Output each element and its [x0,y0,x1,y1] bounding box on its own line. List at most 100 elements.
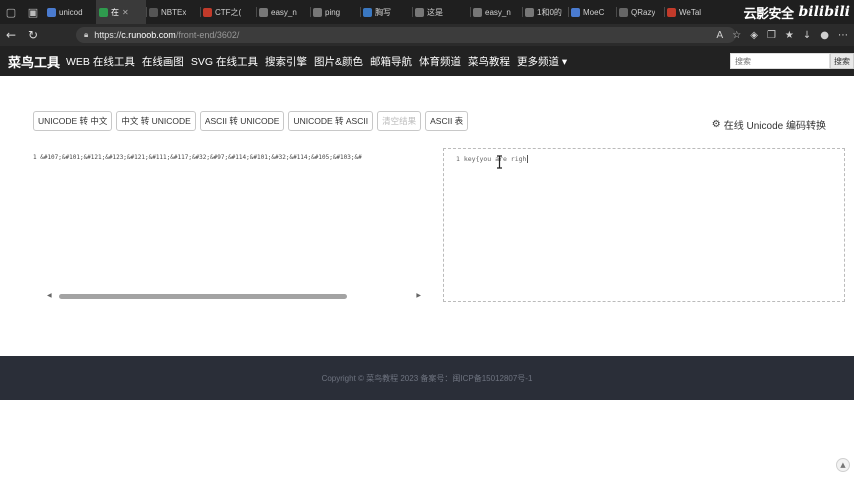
tab-favicon-icon [149,7,158,17]
back-icon[interactable]: ← [0,24,22,46]
search-input[interactable] [730,53,830,69]
tab-favicon-icon [619,7,628,17]
horizontal-scrollbar[interactable]: ◀ ▶ [47,292,421,300]
refresh-icon[interactable]: ↻ [22,24,44,46]
site-footer: Copyright © 菜鸟教程 2023 备案号：闽ICP备15012807号… [0,356,854,400]
tab-title: 在 [111,7,119,17]
address-bar: ← ↻ 🔒︎ https://c.runoob.com/front-end/36… [0,24,854,46]
browser-tab[interactable]: ping [310,0,360,24]
site-nav-item[interactable]: 在线画图 [142,54,184,69]
tab-title: 这是 [427,7,443,17]
favorites-icon[interactable]: ★ [785,30,794,41]
tab-favicon-icon [473,7,482,17]
browser-tab[interactable]: NBTEx [146,0,200,24]
star-icon[interactable]: ☆ [732,30,741,41]
tab-favicon-icon [47,7,56,17]
site-nav-item[interactable]: 搜索引擎 [265,54,307,69]
tab-title: NBTEx [161,7,187,17]
tab-title: easy_n [271,7,297,17]
site-nav-item[interactable]: 更多频道 ▾ [517,54,567,69]
site-nav-list: WEB 在线工具 在线画图 SVG 在线工具 搜索引擎 图片&颜色 邮箱导航 体育频道 菜鸟教… [66,54,574,69]
input-text: 1 &#107;&#101;&#121;&#123;&#121;&#111;&#… [33,154,362,161]
tab-favicon-icon [415,7,424,17]
tab-favicon-icon [99,7,108,17]
input-textarea[interactable]: 1 &#107;&#101;&#121;&#123;&#121;&#111;&#… [33,148,425,306]
browser-tab[interactable]: unicod [44,0,96,24]
tab-list: unicod 在 ✕ NBTEx CTF之( easy_n ping 胸写 这是 easy_n 1和… [44,0,714,24]
site-nav-item[interactable]: WEB 在线工具 [66,54,135,69]
tab-favicon-icon [363,7,372,17]
translate-icon[interactable]: A [716,30,723,41]
ibeam-cursor-icon [497,155,502,169]
search-button[interactable]: 搜索 [830,53,854,69]
close-tab-icon[interactable]: ✕ [122,8,129,17]
tab-favicon-icon [313,7,322,17]
watermark-brand: bilibili [798,4,851,20]
browser-tab[interactable]: 1和0的 [522,0,568,24]
browser-tab[interactable]: MoeC [568,0,616,24]
watermark: 云影安全 bilibili [702,0,854,24]
output-text-line: 1 key{you are righ [456,155,529,163]
download-icon[interactable]: ↓ [803,30,811,41]
site-nav-item[interactable]: SVG 在线工具 [191,54,258,69]
site-nav-item[interactable]: 菜鸟教程 [468,54,510,69]
output-text: 1 key{you are righ [456,155,527,163]
output-textarea[interactable]: 1 key{you are righ [443,148,845,302]
site-nav-item[interactable]: 图片&颜色 [314,54,363,69]
tab-title: 1和0的 [537,7,562,17]
url-path: /front-end/3602/ [175,30,240,40]
convert-button[interactable]: 清空结果 [377,111,422,131]
text-caret [527,155,529,163]
tab-title: MoeC [583,7,605,17]
tab-title: unicod [59,7,83,17]
browser-tab[interactable]: easy_n [470,0,522,24]
site-logo[interactable]: 菜鸟工具 [8,52,60,71]
browser-tab[interactable]: 这是 [412,0,470,24]
tab-favicon-icon [525,7,534,17]
site-navbar: 菜鸟工具 WEB 在线工具 在线画图 SVG 在线工具 搜索引擎 图片&颜色 邮箱导航 体育… [0,46,854,76]
convert-button[interactable]: ASCII 转 UNICODE [199,111,285,131]
convert-button[interactable]: UNICODE 转 中文 [33,111,113,131]
url-scheme: https:// [94,30,122,40]
tool-area: UNICODE 转 中文 中文 转 UNICODE ASCII 转 UNICODE U… [0,76,854,356]
tab-title: ping [325,7,341,17]
tool-buttons: UNICODE 转 中文 中文 转 UNICODE ASCII 转 UNICODE U… [33,111,469,131]
collections-icon[interactable]: ❐ [767,30,776,41]
site-nav-item[interactable]: 体育频道 [419,54,461,69]
watermark-text: 云影安全 [743,6,794,22]
scroll-to-top-icon[interactable]: ▲ [836,458,850,472]
convert-button[interactable]: ASCII 表 [425,111,469,131]
scrollbar-thumb[interactable] [59,294,347,299]
url-field[interactable]: 🔒︎ https://c.runoob.com/front-end/3602/ [76,27,736,43]
scroll-left-icon[interactable]: ◀ [47,292,52,299]
tab-actions-icon[interactable]: ▢ [0,0,22,24]
tab-favicon-icon [571,7,580,17]
tool-title-text: 在线 Unicode 编码转换 [723,121,826,132]
tab-title: QRazy [631,7,656,17]
tab-title: CTF之( [215,7,242,17]
tab-favicon-icon [203,7,212,17]
browser-toolbar: A ☆ ◈ ❐ ★ ↓ ● ⋯ [716,26,848,44]
browser-tab-strip: ▢ ▣ unicod 在 ✕ NBTEx CTF之( easy_n ping 胸写 这是 easy… [0,0,854,24]
convert-button[interactable]: 中文 转 UNICODE [116,111,196,131]
browser-tab[interactable]: easy_n [256,0,310,24]
url-text: https://c.runoob.com/front-end/3602/ [94,30,239,40]
browser-tab[interactable]: 胸写 [360,0,412,24]
url-host: c.runoob.com [121,30,176,40]
extension-icon[interactable]: ◈ [750,30,758,41]
tab-title: 胸写 [375,7,391,17]
tab-title: easy_n [485,7,511,17]
browser-tab[interactable]: CTF之( [200,0,256,24]
lock-icon: 🔒︎ [84,30,89,39]
profile-icon[interactable]: ● [820,30,829,41]
browser-tab[interactable]: 在 ✕ [96,0,146,24]
site-nav-item[interactable]: 邮箱导航 [370,54,412,69]
tab-favicon-icon [259,7,268,17]
scroll-right-icon[interactable]: ▶ [416,292,421,299]
copyright-text: Copyright © 菜鸟教程 2023 备案号：闽ICP备15012807号… [321,373,533,383]
more-icon[interactable]: ⋯ [838,30,848,41]
gear-icon: ⚙ [711,119,721,130]
browser-tab[interactable]: QRazy [616,0,664,24]
workspaces-icon[interactable]: ▣ [22,0,44,24]
convert-button[interactable]: UNICODE 转 ASCII [288,111,374,131]
